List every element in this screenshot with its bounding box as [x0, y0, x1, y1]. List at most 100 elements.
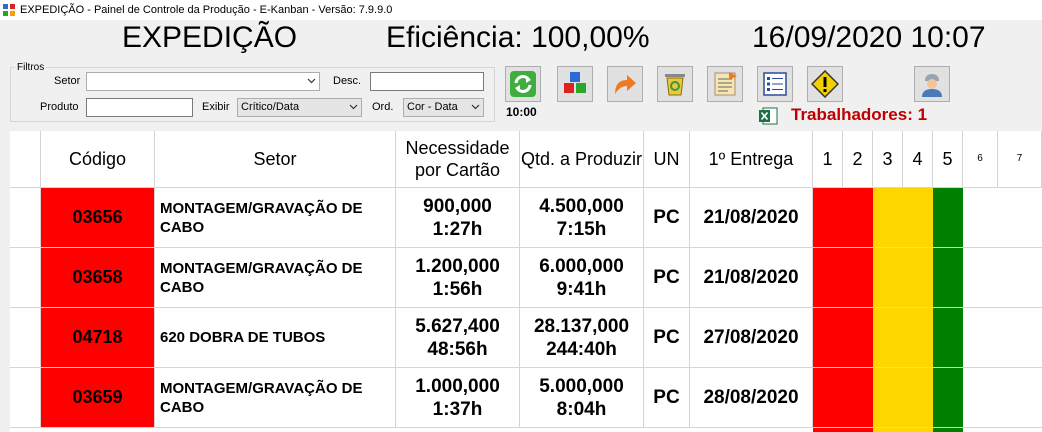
cell-entrega: 28/08/2020 [690, 368, 813, 427]
setor-label: Setor [54, 75, 81, 87]
header-c1[interactable]: 1 [813, 131, 843, 188]
header-entrega[interactable]: 1º Entrega [690, 131, 813, 188]
cell-un-text: PC [653, 206, 680, 228]
table-row[interactable]: 04718 620 DOBRA DE TUBOS 5.627,400 48:56h 28… [10, 308, 1042, 368]
cell-entrega: 21/08/2020 [690, 188, 813, 247]
alert-button[interactable] [807, 66, 843, 102]
produto-label: Produto [40, 101, 79, 113]
exibir-value: Crítico/Data [241, 101, 300, 113]
recycle-button[interactable] [657, 66, 693, 102]
worker-button[interactable] [914, 66, 950, 102]
header-c4[interactable]: 4 [903, 131, 933, 188]
cell-necessidade-value: 900,000 [423, 195, 492, 217]
setor-select[interactable] [86, 72, 320, 91]
cell-codigo-text: 03656 [72, 207, 123, 227]
ord-value: Cor - Data [407, 101, 458, 113]
header-codigo[interactable]: Código [41, 131, 155, 188]
workers-count: Trabalhadores: 1 [791, 105, 928, 124]
cell-un: PC [644, 248, 690, 307]
cell-qtd-time: 244:40h [546, 338, 617, 360]
cell-qtd: 6.000,000 9:41h [520, 248, 644, 307]
chevron-down-icon [471, 104, 480, 110]
sector-title: EXPEDIÇÃO [122, 21, 298, 54]
refresh-button[interactable] [505, 66, 541, 102]
desc-label: Desc. [333, 75, 362, 87]
cell-un: PC [644, 188, 690, 247]
cell-entrega-text: 21/08/2020 [703, 266, 799, 288]
app-icon [3, 4, 15, 16]
cell-necessidade-time: 48:56h [427, 338, 488, 360]
cell-qtd-time: 7:15h [556, 218, 607, 240]
ord-select[interactable]: Cor - Data [403, 98, 484, 117]
production-grid[interactable]: Código Setor Necessidade por Cartão Qtd.… [10, 131, 1042, 432]
cell-codigo: 03658 [41, 248, 155, 307]
cell-un: PC [644, 368, 690, 427]
modules-button[interactable] [557, 66, 593, 102]
header-un[interactable]: UN [644, 131, 690, 188]
exibir-select[interactable]: Crítico/Data [237, 98, 362, 117]
cell-setor-text: 620 DOBRA DE TUBOS [160, 329, 326, 346]
cell-qtd-value: 28.137,000 [533, 315, 630, 337]
header-qtd[interactable]: Qtd. a Produzir [520, 131, 644, 188]
cell-rowhdr [10, 188, 41, 247]
refresh-icon [510, 71, 536, 97]
header-setor[interactable]: Setor [155, 131, 396, 188]
produto-input[interactable] [86, 98, 193, 117]
cell-codigo: 03656 [41, 188, 155, 247]
cell-entrega-text: 28/08/2020 [703, 386, 799, 408]
datetime-label: 16/09/2020 10:07 [752, 21, 986, 54]
checklist-icon [763, 72, 787, 96]
warning-icon [811, 70, 839, 98]
cell-necessidade-value: 5.627,400 [415, 315, 500, 337]
table-row[interactable]: 03659 MONTAGEM/GRAVAÇÃO DE CABO 1.000,000 1… [10, 368, 1042, 428]
cell-setor: MONTAGEM/GRAVAÇÃO DE CABO [155, 368, 396, 427]
excel-icon[interactable] [758, 107, 778, 125]
cell-un-text: PC [653, 326, 680, 348]
cell-qtd: 5.000,000 8:04h [520, 368, 644, 427]
header-c7[interactable]: 7 [998, 131, 1042, 188]
cell-setor: 620 DOBRA DE TUBOS [155, 308, 396, 367]
chevron-down-icon [349, 104, 358, 110]
worker-icon [922, 74, 942, 97]
checklist-button[interactable] [757, 66, 793, 102]
header-necessidade[interactable]: Necessidade por Cartão [396, 131, 520, 188]
title-bar: EXPEDIÇÃO - Painel de Controle da Produç… [0, 0, 1042, 20]
forward-button[interactable] [607, 66, 643, 102]
cell-setor: MONTAGEM/GRAVAÇÃO DE CABO [155, 188, 396, 247]
cell-rowhdr [10, 248, 41, 307]
cell-rowhdr [10, 368, 41, 427]
cell-necessidade: 5.627,400 48:56h [396, 308, 520, 367]
cell-setor-text: MONTAGEM/GRAVAÇÃO DE CABO [160, 379, 363, 416]
header-c3[interactable]: 3 [873, 131, 903, 188]
cell-setor: MONTAGEM/GRAVAÇÃO DE CABO [155, 248, 396, 307]
cell-necessidade-value: 1.000,000 [415, 375, 500, 397]
efficiency-label: Eficiência: 100,00% [386, 21, 650, 54]
desc-input[interactable] [370, 72, 484, 91]
cell-qtd: 28.137,000 244:40h [520, 308, 644, 367]
header-c5[interactable]: 5 [933, 131, 963, 188]
ord-label: Ord. [372, 101, 394, 113]
cell-necessidade-time: 1:37h [432, 398, 483, 420]
cell-entrega-text: 21/08/2020 [703, 206, 799, 228]
cell-codigo-text: 04718 [72, 327, 123, 347]
cell-codigo: 03659 [41, 368, 155, 427]
cell-codigo: 04718 [41, 308, 155, 367]
cell-un-text: PC [653, 266, 680, 288]
cell-qtd-value: 6.000,000 [539, 255, 624, 277]
refresh-time: 10:00 [506, 105, 537, 119]
cell-entrega: 27/08/2020 [690, 308, 813, 367]
cell-qtd-time: 9:41h [556, 278, 607, 300]
cell-codigo-text: 03658 [72, 267, 123, 287]
table-row[interactable]: 03658 MONTAGEM/GRAVAÇÃO DE CABO 1.200,000 1… [10, 248, 1042, 308]
window-title: EXPEDIÇÃO - Painel de Controle da Produç… [20, 4, 393, 16]
header-c6[interactable]: 6 [963, 131, 998, 188]
cubes-icon [564, 72, 586, 93]
cell-necessidade: 1.200,000 1:56h [396, 248, 520, 307]
table-row[interactable]: 03656 MONTAGEM/GRAVAÇÃO DE CABO 900,000 1:2… [10, 188, 1042, 248]
report-button[interactable] [707, 66, 743, 102]
cell-necessidade: 1.000,000 1:37h [396, 368, 520, 427]
arrow-icon [615, 75, 636, 94]
cell-setor-text: MONTAGEM/GRAVAÇÃO DE CABO [160, 199, 363, 236]
header-c2[interactable]: 2 [843, 131, 873, 188]
cell-necessidade-time: 1:27h [432, 218, 483, 240]
